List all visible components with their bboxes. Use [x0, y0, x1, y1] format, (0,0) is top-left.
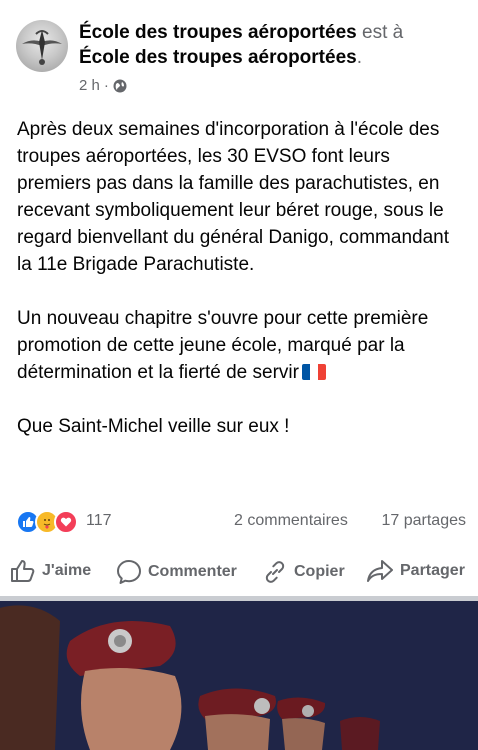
post-stats-bar: 117 2 commentaires 17 partages	[16, 508, 466, 534]
comment-button[interactable]: Commenter	[116, 559, 237, 585]
reactions-summary[interactable]	[16, 510, 78, 534]
share-label: Partager	[400, 562, 465, 579]
comment-label: Commenter	[148, 563, 237, 580]
meta-separator: ·	[103, 77, 109, 94]
soldiers-with-red-berets-image	[0, 601, 478, 750]
link-icon	[265, 561, 285, 583]
location-link[interactable]: École des troupes aéroportées	[79, 47, 357, 68]
post-body: Après deux semaines d'incorporation à l'…	[17, 116, 467, 440]
post-meta: 2 h ·	[79, 77, 127, 94]
post-paragraph-1: Après deux semaines d'incorporation à l'…	[17, 119, 455, 275]
shares-count[interactable]: 17 partages	[381, 512, 466, 530]
post-header: École des troupes aéroportées est à Écol…	[0, 0, 478, 100]
like-button[interactable]: J'aime	[10, 559, 91, 583]
post-paragraph-2: Un nouveau chapitre s'ouvre pour cette p…	[17, 308, 434, 383]
period-text: .	[356, 47, 362, 68]
comments-count[interactable]: 2 commentaires	[234, 512, 348, 530]
page-name-link[interactable]: École des troupes aéroportées	[79, 22, 357, 43]
post-timestamp[interactable]: 2 h	[79, 77, 100, 94]
parachute-wings-icon	[22, 30, 62, 65]
reaction-count[interactable]: 117	[86, 512, 112, 530]
love-reaction-icon	[54, 510, 78, 534]
like-label: J'aime	[42, 562, 92, 579]
post-author-line: École des troupes aéroportées est à Écol…	[79, 20, 459, 70]
globe-icon[interactable]	[113, 79, 127, 93]
share-button[interactable]: Partager	[366, 559, 465, 583]
copy-label: Copier	[294, 563, 345, 580]
copy-button[interactable]: Copier	[262, 559, 345, 585]
france-flag-icon	[301, 364, 326, 380]
post-paragraph-3: Que Saint-Michel veille sur eux !	[17, 416, 290, 437]
next-post-photo[interactable]	[0, 601, 478, 750]
post-actions-bar: J'aime Commenter Copier Partager	[0, 549, 478, 593]
page-avatar[interactable]	[16, 20, 68, 72]
connector-text: est à	[362, 22, 404, 43]
share-arrow-icon	[367, 560, 393, 582]
thumbs-up-icon	[11, 560, 35, 582]
comment-bubble-icon	[117, 560, 141, 584]
